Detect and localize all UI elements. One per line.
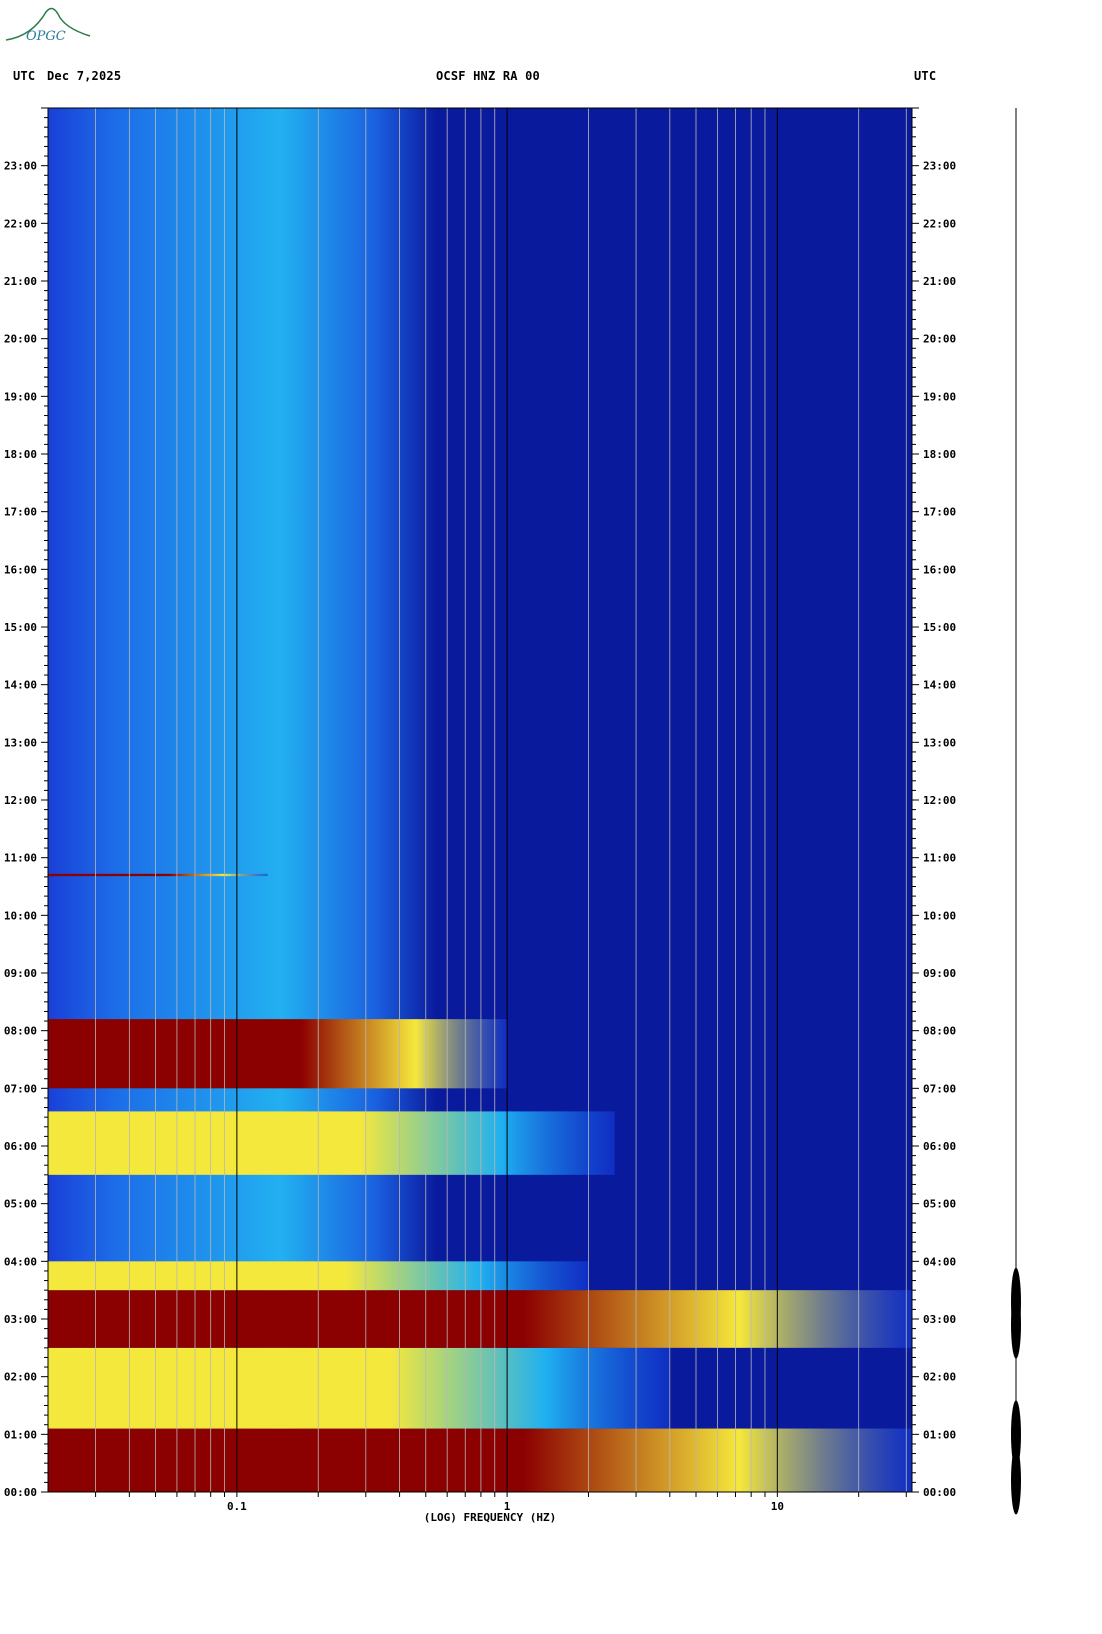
y-tick-label-left: 14:00	[4, 679, 37, 692]
y-tick-label-left: 22:00	[4, 217, 37, 230]
energy-band	[48, 873, 268, 877]
y-tick-label-left: 18:00	[4, 448, 37, 461]
energy-band	[48, 1019, 508, 1089]
y-tick-label-right: 11:00	[923, 852, 956, 865]
y-tick-label-right: 19:00	[923, 390, 956, 403]
energy-band	[48, 1347, 670, 1429]
x-axis-label: (LOG) FREQUENCY (HZ)	[424, 1511, 556, 1524]
y-tick-label-right: 10:00	[923, 909, 956, 922]
y-tick-label-right: 06:00	[923, 1140, 956, 1153]
energy-band	[48, 1111, 615, 1175]
y-tick-label-right: 02:00	[923, 1371, 956, 1384]
energy-band	[48, 1428, 912, 1492]
x-tick-label: 0.1	[227, 1500, 247, 1513]
y-tick-label-left: 08:00	[4, 1025, 37, 1038]
y-tick-label-left: 05:00	[4, 1198, 37, 1211]
y-tick-label-left: 09:00	[4, 967, 37, 980]
y-tick-label-right: 18:00	[923, 448, 956, 461]
y-tick-label-left: 07:00	[4, 1082, 37, 1095]
y-tick-label-right: 23:00	[923, 160, 956, 173]
y-tick-label-right: 15:00	[923, 621, 956, 634]
y-tick-label-right: 09:00	[923, 967, 956, 980]
y-tick-label-left: 03:00	[4, 1313, 37, 1326]
y-tick-label-right: 20:00	[923, 333, 956, 346]
y-tick-label-left: 16:00	[4, 563, 37, 576]
y-tick-label-right: 21:00	[923, 275, 956, 288]
y-tick-label-left: 02:00	[4, 1371, 37, 1384]
spectrogram-plot-area	[48, 108, 912, 1492]
y-tick-label-left: 11:00	[4, 852, 37, 865]
y-tick-label-right: 17:00	[923, 506, 956, 519]
y-tick-label-left: 00:00	[4, 1486, 37, 1499]
y-tick-label-right: 00:00	[923, 1486, 956, 1499]
trace-event	[1011, 1400, 1021, 1469]
x-tick-label: 10	[771, 1500, 784, 1513]
y-tick-label-right: 04:00	[923, 1255, 956, 1268]
y-tick-label-right: 16:00	[923, 563, 956, 576]
y-tick-label-left: 20:00	[4, 333, 37, 346]
y-tick-label-right: 05:00	[923, 1198, 956, 1211]
y-tick-label-left: 17:00	[4, 506, 37, 519]
y-tick-label-right: 08:00	[923, 1025, 956, 1038]
energy-band	[48, 1290, 912, 1348]
y-tick-label-right: 07:00	[923, 1082, 956, 1095]
trace-event	[1011, 1267, 1021, 1336]
seismogram-trace	[1011, 108, 1021, 1515]
y-tick-label-left: 19:00	[4, 390, 37, 403]
spectrogram-chart: 00:00 00:00 01:00 01:00 02:00 02:00 03:00 03:00…	[4, 107, 1021, 1524]
y-tick-label-right: 12:00	[923, 794, 956, 807]
y-tick-label-left: 13:00	[4, 736, 37, 749]
y-tick-label-left: 06:00	[4, 1140, 37, 1153]
y-tick-label-left: 10:00	[4, 909, 37, 922]
y-tick-label-left: 04:00	[4, 1255, 37, 1268]
y-tick-label-right: 13:00	[923, 736, 956, 749]
y-tick-label-right: 03:00	[923, 1313, 956, 1326]
y-tick-label-right: 22:00	[923, 217, 956, 230]
y-tick-label-left: 23:00	[4, 160, 37, 173]
y-tick-label-left: 12:00	[4, 794, 37, 807]
y-tick-label-left: 21:00	[4, 275, 37, 288]
y-tick-label-right: 01:00	[923, 1428, 956, 1441]
y-tick-label-left: 01:00	[4, 1428, 37, 1441]
y-tick-label-right: 14:00	[923, 679, 956, 692]
y-tick-label-left: 15:00	[4, 621, 37, 634]
